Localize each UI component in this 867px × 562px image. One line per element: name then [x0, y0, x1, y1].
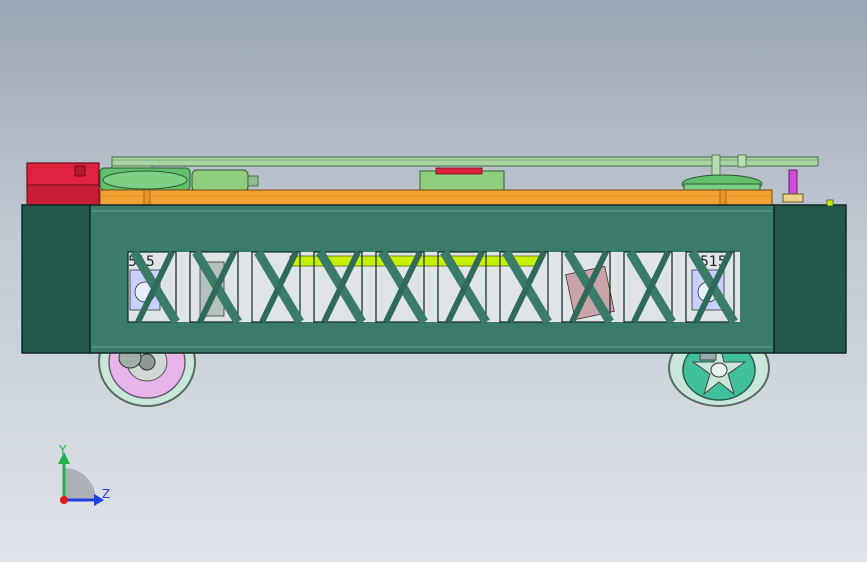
cad-viewport[interactable]: 515 515 Y Z — [0, 0, 867, 562]
cad-model-view: 515 515 Y Z — [21, 154, 847, 506]
deck-plate — [99, 189, 773, 207]
z-axis-label: Z — [102, 487, 110, 501]
axis-triad[interactable]: Y Z — [58, 443, 110, 506]
left-drive-gear — [99, 167, 259, 193]
origin-icon — [60, 496, 68, 504]
y-axis-label: Y — [58, 443, 67, 457]
left-motor-box — [26, 162, 100, 208]
